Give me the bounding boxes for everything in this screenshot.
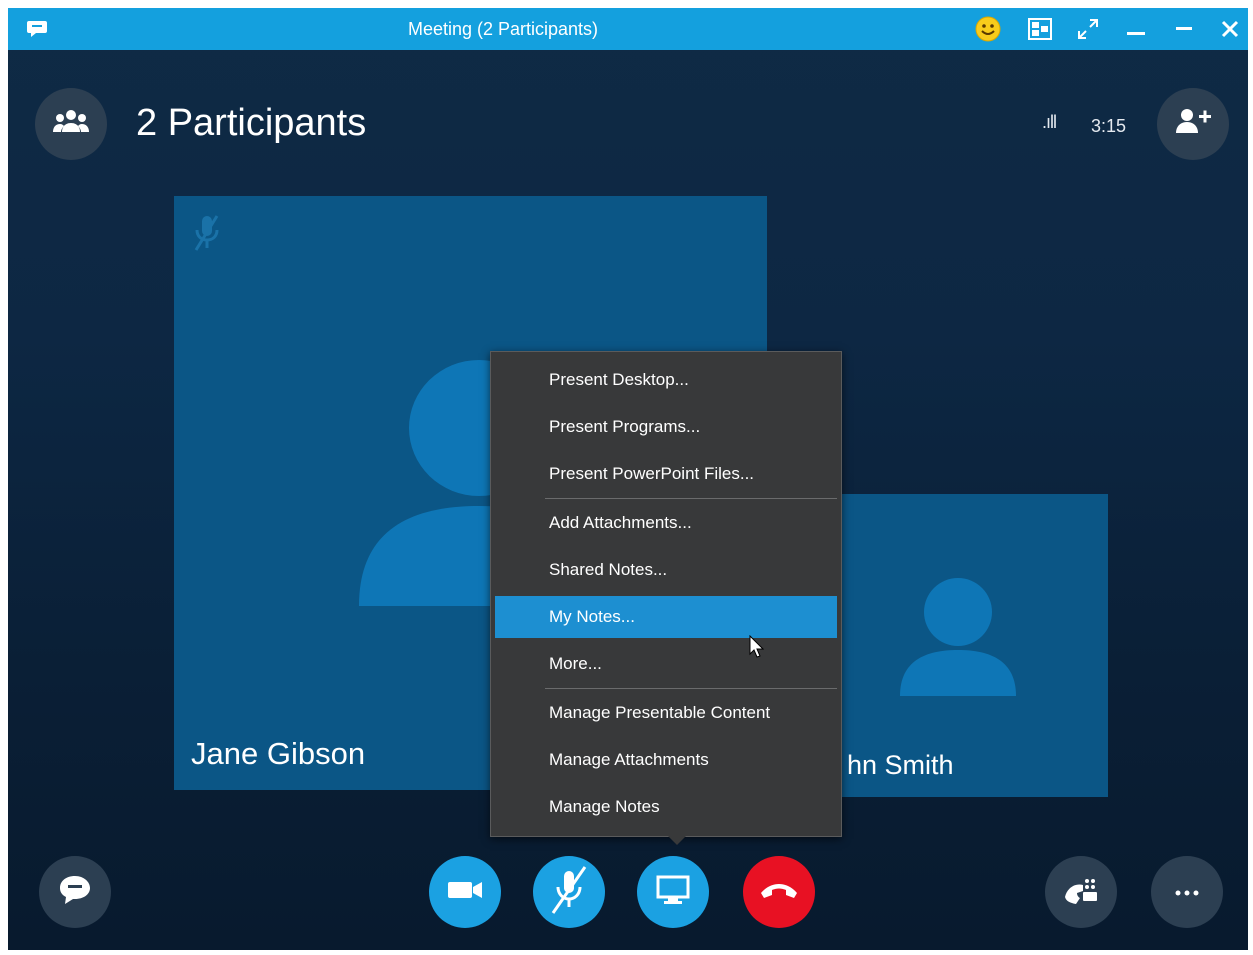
participants-count: 2 Participants [136,102,367,144]
menu-item-present-powerpoint[interactable]: Present PowerPoint Files... [495,453,837,495]
microphone-muted-icon [547,865,591,920]
menu-item-my-notes[interactable]: My Notes... [495,596,837,638]
video-tile-john-smith[interactable]: hn Smith [823,494,1108,797]
menu-item-present-desktop[interactable]: Present Desktop... [495,359,837,401]
participants-button[interactable] [35,88,107,160]
video-button[interactable] [429,856,501,928]
add-participant-button[interactable] [1157,88,1229,160]
call-timer: 3:15 [1091,116,1127,136]
meeting-window: Meeting (2 Participants) 2 Participants … [8,8,1248,950]
dial-pad-icon [1063,875,1099,910]
microphone-muted-icon [190,212,224,259]
menu-item-manage-notes[interactable]: Manage Notes [495,786,837,828]
menu-separator [545,688,837,689]
window-title: Meeting (2 Participants) [407,19,599,39]
present-button[interactable] [637,856,709,928]
more-options-button[interactable] [1151,856,1223,928]
add-person-icon [1173,107,1213,142]
menu-item-shared-notes[interactable]: Shared Notes... [495,549,837,591]
compact-view-icon[interactable] [1024,14,1056,44]
avatar-placeholder [900,576,1016,701]
people-icon [51,108,91,141]
chat-icon [58,874,92,911]
monitor-icon [656,875,690,910]
conversation-button[interactable] [39,856,111,928]
menu-item-present-programs[interactable]: Present Programs... [495,406,837,448]
signal-strength: .ıll [1042,112,1057,132]
participant-name: Jane Gibson [191,736,366,771]
menu-item-manage-attachments[interactable]: Manage Attachments [495,739,837,781]
mouse-cursor-icon [749,634,765,664]
minimize-icon[interactable] [1168,14,1200,44]
hang-up-icon [759,879,799,906]
close-icon[interactable] [1214,14,1246,44]
call-controls-button[interactable] [1045,856,1117,928]
minimize-to-tray-icon[interactable] [1120,14,1152,44]
menu-item-more[interactable]: More... [495,643,837,685]
menu-separator [545,498,837,499]
ellipsis-icon [1175,883,1199,901]
expand-icon[interactable] [1072,14,1104,44]
video-camera-icon [446,879,484,906]
menu-item-manage-presentable-content[interactable]: Manage Presentable Content [495,692,837,734]
menu-item-add-attachments[interactable]: Add Attachments... [495,502,837,544]
participant-name: hn Smith [847,750,954,780]
hang-up-button[interactable] [743,856,815,928]
smiley-icon[interactable] [972,14,1004,44]
menu-pointer [666,834,688,845]
title-bar: Meeting (2 Participants) [8,8,1248,50]
mute-button[interactable] [533,856,605,928]
present-content-menu: Present Desktop... Present Programs... P… [490,351,842,837]
